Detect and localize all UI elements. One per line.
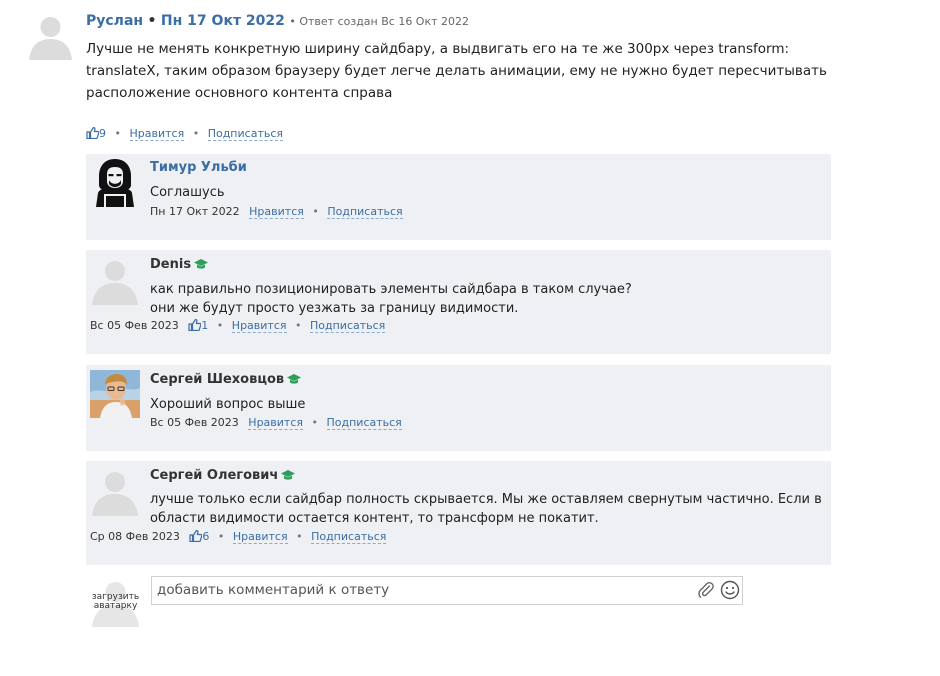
reply-text: лучше только если сайдбар полность скрыв…: [150, 490, 822, 528]
reply-date: Вс 05 Фев 2023: [90, 319, 179, 332]
paperclip-icon[interactable]: [697, 581, 715, 603]
reply-item: Сергей Шеховцов Хороший вопрос выше Вс 0…: [86, 365, 831, 451]
reply-text-line: как правильно позиционировать элементы с…: [150, 282, 632, 297]
reply-avatar[interactable]: [90, 157, 140, 207]
reply-date: Вс 05 Фев 2023: [150, 416, 239, 429]
reply-date: Пн 17 Окт 2022: [150, 205, 240, 218]
reply-meta: Вс 05 Фев 2023 1 • Нравится • Подписатьс…: [90, 318, 386, 334]
subscribe-link[interactable]: Подписаться: [326, 416, 402, 430]
reply-author-link[interactable]: Сергей Олегович: [150, 468, 278, 483]
like-count: 6: [202, 530, 210, 543]
reply-avatar[interactable]: [90, 255, 140, 305]
subscribe-link[interactable]: Подписаться: [310, 319, 386, 333]
comment-input-box[interactable]: добавить комментарий к ответу: [151, 576, 743, 605]
reply-date: Ср 08 Фев 2023: [90, 530, 180, 543]
upload-avatar-label: аватарку: [93, 601, 138, 611]
reply-author-link[interactable]: Сергей Шеховцов: [150, 372, 284, 387]
reply-author-link[interactable]: Тимур Ульби: [150, 160, 247, 175]
reply-text: Хороший вопрос выше: [150, 397, 306, 412]
subscribe-link[interactable]: Подписаться: [327, 205, 403, 219]
answer-header: Руслан • Пн 17 Окт 2022 • Ответ создан В…: [86, 13, 469, 29]
reply-text-line: лучше только если сайдбар полность скрыв…: [150, 492, 822, 507]
reply-item: Тимур Ульби Соглашусь Пн 17 Окт 2022 Нра…: [86, 154, 831, 240]
reply-meta: Пн 17 Окт 2022 Нравится • Подписаться: [150, 205, 403, 219]
author-name[interactable]: Руслан: [86, 13, 143, 29]
reply-item: Denis как правильно позиционировать элем…: [86, 250, 831, 354]
answer-created: • Ответ создан Вс 16 Окт 2022: [289, 15, 470, 28]
reply-author-link[interactable]: Denis: [150, 257, 191, 272]
graduate-cap-icon: [193, 258, 209, 274]
reply-text: Соглашусь: [150, 185, 225, 200]
answer-actions: 9 • Нравится • Подписаться: [86, 126, 283, 142]
subscribe-link[interactable]: Подписаться: [207, 127, 283, 141]
subscribe-link[interactable]: Подписаться: [311, 530, 387, 544]
like-link[interactable]: Нравится: [248, 416, 303, 430]
like-link[interactable]: Нравится: [129, 127, 185, 141]
reply-avatar[interactable]: [90, 370, 140, 418]
reply-author-name[interactable]: Сергей Шеховцов: [150, 372, 302, 389]
thumbs-up-icon[interactable]: [188, 318, 202, 334]
graduate-cap-icon: [286, 373, 302, 389]
like-link[interactable]: Нравится: [231, 319, 287, 333]
answer-date[interactable]: Пн 17 Окт 2022: [161, 13, 285, 29]
like-count: 1: [201, 319, 209, 332]
answer-text: Лучше не менять конкретную ширину сайдба…: [86, 41, 827, 101]
author-avatar[interactable]: [27, 13, 74, 60]
like-link[interactable]: Нравится: [249, 205, 304, 219]
comment-input-placeholder: добавить комментарий к ответу: [157, 582, 390, 598]
upload-avatar-button[interactable]: загрузить аватарку: [90, 577, 141, 627]
emoji-icon[interactable]: [720, 580, 740, 604]
reply-avatar[interactable]: [90, 466, 140, 516]
reply-meta: Вс 05 Фев 2023 Нравится • Подписаться: [150, 416, 402, 430]
reply-author-name[interactable]: Тимур Ульби: [150, 160, 247, 175]
reply-author-name[interactable]: Сергей Олегович: [150, 468, 296, 485]
reply-author-name[interactable]: Denis: [150, 257, 209, 274]
like-link[interactable]: Нравится: [232, 530, 288, 544]
graduate-cap-icon: [280, 469, 296, 485]
reply-meta: Ср 08 Фев 2023 6 • Нравится • Подписатьс…: [90, 529, 387, 545]
reply-text-line: они же будут просто уезжать за границу в…: [150, 301, 519, 316]
thumbs-up-icon[interactable]: [86, 126, 100, 142]
reply-item: Сергей Олегович лучше только если сайдба…: [86, 461, 831, 565]
like-count: 9: [99, 127, 106, 140]
header-bullet: •: [147, 13, 157, 29]
reply-text: как правильно позиционировать элементы с…: [150, 280, 632, 318]
thumbs-up-icon[interactable]: [189, 529, 203, 545]
reply-text-line: области видимости остается контент, то т…: [150, 511, 599, 526]
